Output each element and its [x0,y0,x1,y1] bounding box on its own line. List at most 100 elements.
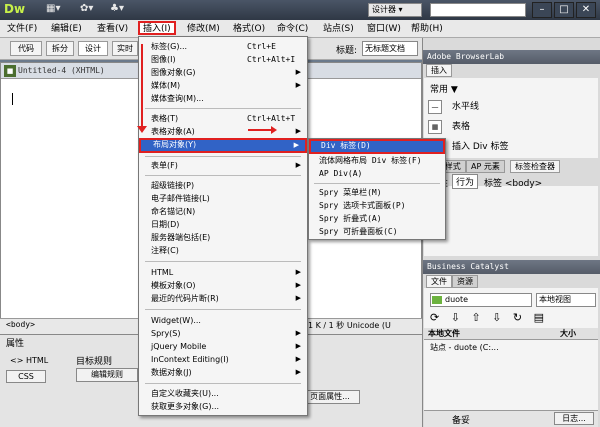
log-button[interactable]: 日志... [554,412,594,425]
submenu-item-spry-collapsible[interactable]: Spry 可折叠面板(C) [309,225,445,238]
menu-item-label: 电子邮件链接(L) [151,194,210,203]
help-search-input[interactable] [430,3,526,17]
menu-item-form[interactable]: 表单(F) ▶ [139,159,307,172]
files-tab[interactable]: 文件 [426,275,452,288]
submenu-arrow-icon: ▶ [295,355,301,363]
insert-horizontal-rule[interactable]: 水平线 [452,99,479,115]
menu-edit[interactable]: 编辑(E) [48,22,85,36]
close-button[interactable]: ✕ [576,2,596,18]
menu-item-tag[interactable]: 标签(G)... Ctrl+E [139,40,307,53]
menu-item-data-objects[interactable]: 数据对象(J) ▶ [139,366,307,379]
submenu-item-div-tag[interactable]: Div 标签(D) [309,139,445,154]
menu-item-table[interactable]: 表格(T) Ctrl+Alt+T [139,112,307,125]
submenu-item-fluid-grid-div[interactable]: 流体网格布局 Div 标签(F) [309,154,445,167]
submenu-arrow-icon: ▶ [295,329,301,337]
submenu-item-ap-div[interactable]: AP Div(A) [309,167,445,180]
menu-item-date[interactable]: 日期(D) [139,218,307,231]
files-toolbar-icons[interactable]: ⟳ ⇩ ⇧ ⇩ ↻ ▤ [430,311,548,324]
menu-item-recent-snippets[interactable]: 最近的代码片断(R) ▶ [139,292,307,305]
view-select[interactable]: 本地视图 [536,293,596,307]
code-view-button[interactable]: 代码 [10,41,42,56]
site-icon[interactable]: ♣▾ [110,3,124,17]
size-column[interactable]: 大小 [560,328,576,340]
menu-item-widget[interactable]: Widget(W)... [139,314,307,327]
menu-item-label: 自定义收藏夹(U)... [151,389,219,398]
insert-div-tag[interactable]: 插入 Div 标签 [452,139,508,155]
submenu-item-spry-tabbed-panels[interactable]: Spry 选项卡式面板(P) [309,199,445,212]
site-root-row[interactable]: 站点 - duote (C:... [430,342,499,353]
menu-item-media[interactable]: 媒体(M) ▶ [139,79,307,92]
menu-modify[interactable]: 修改(M) [184,22,223,36]
submenu-arrow-icon: ▶ [295,81,301,89]
extend-icon[interactable]: ✿▾ [80,3,93,17]
menu-item-image[interactable]: 图像(I) Ctrl+Alt+I [139,53,307,66]
menu-item-jquery-mobile[interactable]: jQuery Mobile ▶ [139,340,307,353]
menu-format[interactable]: 格式(O) [230,22,268,36]
menu-file[interactable]: 文件(F) [4,22,40,36]
ap-elements-tab[interactable]: AP 元素 [466,160,505,173]
css-mode-button[interactable]: CSS [6,370,46,383]
submenu-arrow-icon: ▶ [295,368,301,376]
annotation-arrow-down-head [137,126,147,133]
submenu-arrow-icon: ▶ [295,127,301,135]
submenu-item-spry-accordion[interactable]: Spry 折叠式(A) [309,212,445,225]
design-view-button[interactable]: 设计 [78,41,108,56]
menu-item-named-anchor[interactable]: 命名锚记(N) [139,205,307,218]
tag-selector-body[interactable]: <body> [6,320,35,329]
document-icon: ■ [4,65,16,77]
html-mode-button[interactable]: <> HTML [10,356,48,365]
business-catalyst-header[interactable]: Business Catalyst [423,260,600,274]
insert-table[interactable]: 表格 [452,119,470,135]
browserlab-panel-header[interactable]: Adobe BrowserLab [423,50,600,64]
menu-item-comment[interactable]: 注释(C) [139,244,307,257]
behaviors-tab[interactable]: 行为 [452,174,479,189]
menu-item-html[interactable]: HTML ▶ [139,266,307,279]
site-select[interactable]: duote [430,293,532,307]
live-view-button[interactable]: 实时 [112,41,138,56]
tag-inspector-panel [424,186,598,256]
insert-panel-tab[interactable]: 插入 [426,64,452,77]
menu-item-image-objects[interactable]: 图像对象(G) ▶ [139,66,307,79]
target-rule-label: 目标规则 [76,357,113,367]
menu-item-email-link[interactable]: 电子邮件链接(L) [139,192,307,205]
menu-site[interactable]: 站点(S) [320,22,357,36]
menu-item-incontext-editing[interactable]: InContext Editing(I) ▶ [139,353,307,366]
menu-item-table-objects[interactable]: 表格对象(A) ▶ [139,125,307,138]
menu-item-label: 图像对象(G) [151,68,196,77]
local-files-column[interactable]: 本地文件 [428,329,460,338]
menu-item-get-more-objects[interactable]: 获取更多对象(G)... [139,400,307,413]
menu-item-label: 日期(D) [151,220,180,229]
menu-window[interactable]: 窗口(W) [364,22,404,36]
page-title-input[interactable]: 无标题文档 [362,41,418,56]
annotation-arrow-right [248,129,272,131]
menu-item-customize-favorites[interactable]: 自定义收藏夹(U)... [139,387,307,400]
workspace-switcher[interactable]: 设计器 ▾ [368,3,422,17]
menu-item-label: InContext Editing(I) [151,355,229,364]
page-properties-button[interactable]: 页面属性... [300,390,360,404]
menu-item-label: 注释(C) [151,246,179,255]
menu-shortcut: Ctrl+Alt+T [247,114,296,123]
menu-item-label: 表格(T) [151,114,179,123]
menu-item-server-include[interactable]: 服务器端包括(E) [139,231,307,244]
menu-item-media-queries[interactable]: 媒体查询(M)... [139,92,307,105]
menu-shortcut: Ctrl+Alt+I [247,55,296,64]
layout-icon[interactable]: ▦▾ [46,3,60,17]
menu-insert[interactable]: 插入(I) [138,21,176,35]
edit-rule-button[interactable]: 编辑规则 [76,368,138,382]
menu-item-hyperlink[interactable]: 超级链接(P) [139,179,307,192]
split-view-button[interactable]: 拆分 [46,41,74,56]
maximize-button[interactable]: □ [554,2,574,18]
menu-view[interactable]: 查看(V) [94,22,131,36]
submenu-arrow-icon: ▶ [295,68,301,76]
submenu-item-spry-menubar[interactable]: Spry 菜单栏(M) [309,186,445,199]
menu-item-template-objects[interactable]: 模板对象(O) ▶ [139,279,307,292]
menu-commands[interactable]: 命令(C) [274,22,311,36]
menu-help[interactable]: 帮助(H) [408,22,446,36]
menu-item-spry[interactable]: Spry(S) ▶ [139,327,307,340]
document-tab-title: Untitled-4 (XHTML) [18,66,105,75]
tag-inspector-tab[interactable]: 标签检查器 [510,160,560,173]
minimize-button[interactable]: – [532,2,552,18]
assets-tab[interactable]: 资源 [452,275,478,288]
insert-category-select[interactable]: 常用 ▼ [430,82,458,95]
menu-item-layout-objects[interactable]: 布局对象(Y) ▶ [139,138,307,153]
